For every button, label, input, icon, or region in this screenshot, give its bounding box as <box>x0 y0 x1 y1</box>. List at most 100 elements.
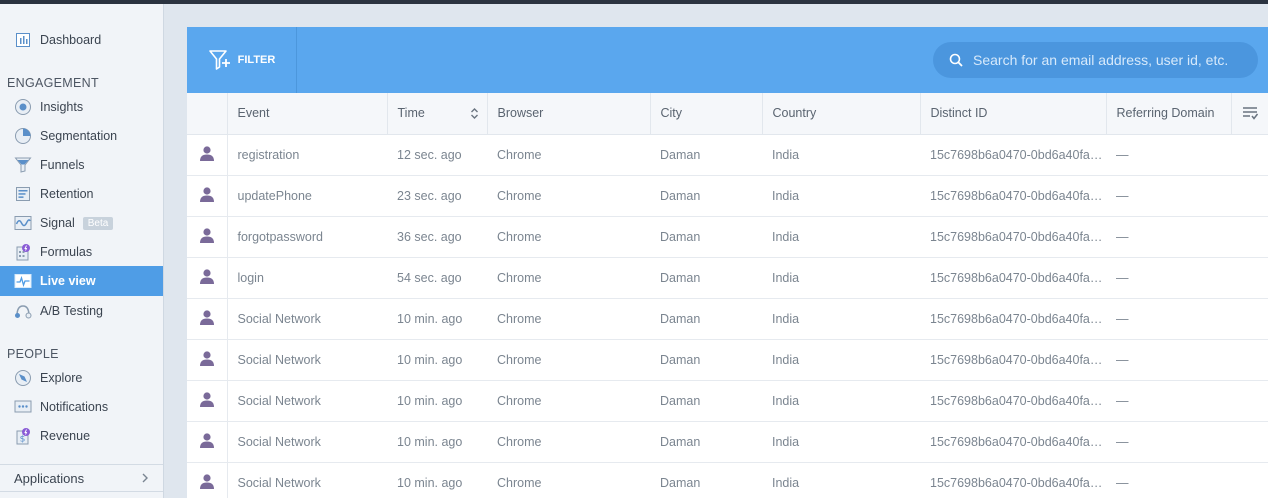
explore-icon <box>14 369 32 387</box>
sidebar-item-insights[interactable]: Insights <box>0 93 163 121</box>
search-icon <box>949 53 963 67</box>
cell-empty <box>1231 216 1268 258</box>
cell-event: updatePhone <box>227 175 387 217</box>
cell-time: 54 sec. ago <box>387 257 487 299</box>
sidebar-item-label: Formulas <box>40 245 93 259</box>
sidebar-item-retention[interactable]: Retention <box>0 180 163 208</box>
cell-browser: Chrome <box>487 134 650 176</box>
cell-city: Daman <box>650 134 762 176</box>
sidebar-item-dashboard[interactable]: Dashboard <box>0 26 163 54</box>
sidebar-item-funnels[interactable]: Funnels <box>0 151 163 179</box>
user-icon[interactable] <box>187 175 228 217</box>
events-table: Event Time Browser City Country Distinct… <box>187 93 1268 498</box>
cell-country: India <box>762 175 920 217</box>
sidebar-item-formulas[interactable]: Formulas <box>0 238 163 266</box>
table-row[interactable]: Social Network 10 min. ago Chrome Daman Indi… <box>187 339 1268 381</box>
retention-grid-icon <box>14 185 32 203</box>
user-icon[interactable] <box>187 298 228 340</box>
table-row[interactable]: registration 12 sec. ago Chrome Daman India 1… <box>187 134 1268 176</box>
formulas-icon <box>14 243 32 261</box>
column-header-browser[interactable]: Browser <box>487 93 651 135</box>
top-bar <box>0 0 1268 4</box>
cell-browser: Chrome <box>487 462 650 498</box>
user-icon[interactable] <box>187 257 228 299</box>
cell-country: India <box>762 216 920 258</box>
sidebar-item-signal[interactable]: Signal Beta <box>0 209 163 237</box>
cell-event: forgotpassword <box>227 216 387 258</box>
search-box[interactable] <box>933 42 1258 78</box>
cell-empty <box>1231 257 1268 299</box>
cell-empty <box>1231 421 1268 463</box>
column-header-referring-domain[interactable]: Referring Domain <box>1106 93 1232 135</box>
cell-time: 10 min. ago <box>387 298 487 340</box>
user-icon[interactable] <box>187 134 228 176</box>
sidebar-item-label: Retention <box>40 187 94 201</box>
cell-referring-domain: — <box>1106 175 1231 217</box>
user-icon[interactable] <box>187 380 228 422</box>
cell-country: India <box>762 462 920 498</box>
cell-time: 10 min. ago <box>387 339 487 381</box>
cell-event: Social Network <box>227 339 387 381</box>
sidebar-item-explore[interactable]: Explore <box>0 364 163 392</box>
filter-label: FILTER <box>237 54 276 66</box>
sidebar-item-ab-testing[interactable]: A/B Testing <box>0 297 163 325</box>
column-header-event[interactable]: Event <box>227 93 388 135</box>
cell-time: 10 min. ago <box>387 462 487 498</box>
section-label-people: PEOPLE <box>7 347 59 361</box>
table-header-row: Event Time Browser City Country Distinct… <box>187 93 1268 135</box>
pie-chart-icon <box>14 127 32 145</box>
table-row[interactable]: Social Network 10 min. ago Chrome Daman Indi… <box>187 462 1268 498</box>
table-row[interactable]: login 54 sec. ago Chrome Daman India 15c7698b… <box>187 257 1268 299</box>
applications-menu[interactable]: Applications <box>0 464 163 492</box>
search-input[interactable] <box>973 52 1253 68</box>
column-settings[interactable] <box>1231 93 1268 135</box>
sidebar-item-segmentation[interactable]: Segmentation <box>0 122 163 150</box>
cell-time: 10 min. ago <box>387 421 487 463</box>
table-row[interactable]: Social Network 10 min. ago Chrome Daman Indi… <box>187 380 1268 422</box>
insights-icon <box>14 98 32 116</box>
column-header-country[interactable]: Country <box>762 93 921 135</box>
cell-referring-domain: — <box>1106 380 1231 422</box>
column-settings-icon <box>1232 106 1268 120</box>
cell-browser: Chrome <box>487 216 650 258</box>
user-icon[interactable] <box>187 421 228 463</box>
cell-browser: Chrome <box>487 421 650 463</box>
user-icon[interactable] <box>187 216 228 258</box>
cell-referring-domain: — <box>1106 216 1231 258</box>
cell-event: Social Network <box>227 421 387 463</box>
sidebar-item-revenue[interactable]: $ Revenue <box>0 422 163 450</box>
column-header-distinct-id[interactable]: Distinct ID <box>920 93 1107 135</box>
cell-city: Daman <box>650 462 762 498</box>
cell-referring-domain: — <box>1106 298 1231 340</box>
table-row[interactable]: forgotpassword 36 sec. ago Chrome Daman Indi… <box>187 216 1268 258</box>
user-icon[interactable] <box>187 462 228 498</box>
cell-referring-domain: — <box>1106 462 1231 498</box>
funnel-icon <box>14 156 32 174</box>
filter-button[interactable]: FILTER <box>187 27 297 93</box>
live-view-panel: FILTER Event Time <box>187 27 1268 498</box>
cell-time: 23 sec. ago <box>387 175 487 217</box>
cell-referring-domain: — <box>1106 421 1231 463</box>
sort-icon[interactable] <box>470 107 479 123</box>
column-header-time[interactable]: Time <box>387 93 488 135</box>
table-row[interactable]: updatePhone 23 sec. ago Chrome Daman India 15… <box>187 175 1268 217</box>
cell-browser: Chrome <box>487 175 650 217</box>
cell-empty <box>1231 298 1268 340</box>
sidebar-item-label: Revenue <box>40 429 91 443</box>
cell-distinct-id: 15c7698b6a0470-0bd6a40fa… <box>920 175 1106 217</box>
sidebar-item-label: A/B Testing <box>40 304 104 318</box>
table-row[interactable]: Social Network 10 min. ago Chrome Daman Indi… <box>187 421 1268 463</box>
user-icon[interactable] <box>187 339 228 381</box>
panel-header: FILTER <box>187 27 1268 93</box>
beta-badge: Beta <box>82 216 114 230</box>
table-body: registration 12 sec. ago Chrome Daman India 1… <box>187 134 1268 498</box>
sidebar: Dashboard ENGAGEMENT Insights Segmentati… <box>0 4 164 498</box>
cell-city: Daman <box>650 421 762 463</box>
sidebar-item-live-view[interactable]: Live view <box>0 266 163 296</box>
sidebar-item-notifications[interactable]: Notifications <box>0 393 163 421</box>
cell-time: 36 sec. ago <box>387 216 487 258</box>
table-row[interactable]: Social Network 10 min. ago Chrome Daman Indi… <box>187 298 1268 340</box>
cell-browser: Chrome <box>487 380 650 422</box>
cell-country: India <box>762 380 920 422</box>
column-header-city[interactable]: City <box>650 93 763 135</box>
